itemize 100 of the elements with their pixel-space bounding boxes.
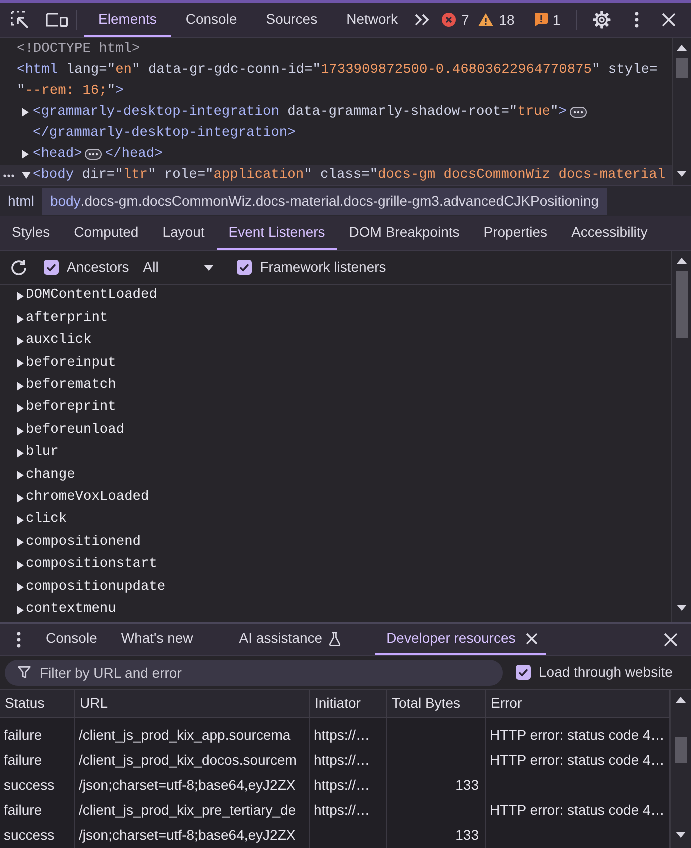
table-cell: failure xyxy=(0,723,75,748)
more-options-icon[interactable] xyxy=(634,12,639,28)
table-cell: https://… xyxy=(310,798,387,823)
triangle-right-icon[interactable] xyxy=(17,494,24,503)
scrollbar-thumb[interactable] xyxy=(675,737,687,763)
event-listener-item[interactable]: contextmenu xyxy=(0,598,120,622)
error-icon xyxy=(442,13,456,27)
sidebar-tab[interactable]: DOM Breakpoints xyxy=(337,216,472,250)
triangle-right-icon[interactable] xyxy=(17,448,24,458)
scrollbar[interactable] xyxy=(672,38,691,185)
checkbox[interactable] xyxy=(237,260,252,275)
triangle-right-icon[interactable] xyxy=(17,538,24,548)
scroll-up-icon[interactable] xyxy=(677,45,687,51)
flask-icon xyxy=(328,632,341,646)
drawer-tab[interactable]: AI assistance xyxy=(227,624,375,655)
event-listener-item[interactable]: beforeunload xyxy=(0,420,128,442)
settings-icon[interactable] xyxy=(592,11,611,29)
drawer-tab[interactable]: What's new xyxy=(109,624,228,655)
triangle-right-icon[interactable] xyxy=(17,292,24,302)
event-listener-item[interactable]: DOMContentLoaded xyxy=(0,286,160,308)
ellipsis-icon[interactable] xyxy=(570,107,587,118)
event-listener-item[interactable]: afterprint xyxy=(0,308,112,330)
breadcrumb[interactable]: body.docs-gm.docsCommonWiz.docs-material.docs-grille-gm3.advancedCJKPositioning xyxy=(42,188,608,214)
scrollbar-thumb[interactable] xyxy=(676,58,688,78)
event-listener-item[interactable]: compositionupdate xyxy=(0,576,169,599)
triangle-right-icon[interactable] xyxy=(17,606,24,615)
sidebar-tab[interactable]: Accessibility xyxy=(560,216,660,250)
close-icon[interactable] xyxy=(526,632,538,644)
sidebar-tab[interactable]: Styles xyxy=(0,216,62,250)
drawer-tab[interactable]: Console xyxy=(34,624,110,655)
inspect-icon[interactable] xyxy=(11,11,29,29)
checkbox[interactable] xyxy=(516,665,531,680)
triangle-right-icon[interactable] xyxy=(17,426,24,436)
table-cell: failure xyxy=(0,798,75,823)
scroll-down-icon[interactable] xyxy=(676,832,686,838)
issues-counter[interactable]: 1 xyxy=(534,10,561,30)
sidebar-tab[interactable]: Properties xyxy=(472,216,560,250)
table-cell: https://… xyxy=(310,748,387,773)
more-options-icon[interactable] xyxy=(17,632,21,648)
scrollbar[interactable] xyxy=(670,690,691,848)
table-cell: /client_js_prod_kix_app.sourcema xyxy=(75,723,310,748)
error-counter[interactable]: 7 xyxy=(442,10,470,30)
event-listener-item[interactable]: compositionstart xyxy=(0,554,160,577)
triangle-right-icon[interactable] xyxy=(17,336,24,346)
breadcrumb[interactable]: html xyxy=(0,188,42,214)
double-chevron-icon[interactable] xyxy=(414,14,430,26)
table-cell: /json;charset=utf-8;base64,eyJ2ZX xyxy=(75,773,310,798)
column-header[interactable]: Status xyxy=(0,690,75,717)
triangle-right-icon[interactable] xyxy=(17,560,24,570)
panel-tab[interactable]: Console xyxy=(171,3,252,37)
drawer-tab[interactable]: Developer resources xyxy=(374,624,546,655)
checkbox[interactable] xyxy=(44,260,59,275)
triangle-right-icon[interactable] xyxy=(22,108,29,117)
select-dropdown[interactable]: All xyxy=(139,256,220,280)
event-listener-item[interactable]: beforematch xyxy=(0,375,120,398)
column-header[interactable]: URL xyxy=(75,690,310,717)
triangle-right-icon[interactable] xyxy=(22,150,29,159)
dom-node[interactable]: <head> </head> xyxy=(0,144,672,165)
scroll-down-icon[interactable] xyxy=(677,171,687,177)
event-listener-item[interactable]: chromeVoxLoaded xyxy=(0,487,152,510)
triangle-right-icon[interactable] xyxy=(17,471,24,480)
triangle-right-icon[interactable] xyxy=(17,516,24,526)
devices-icon[interactable] xyxy=(46,11,68,29)
scrollbar-thumb[interactable] xyxy=(676,271,688,338)
triangle-right-icon[interactable] xyxy=(17,314,24,324)
sidebar-tab[interactable]: Event Listeners xyxy=(216,216,338,250)
event-listener-item[interactable]: beforeprint xyxy=(0,397,120,420)
refresh-icon[interactable] xyxy=(10,258,28,276)
event-listener-item[interactable]: blur xyxy=(0,442,62,465)
dom-node[interactable]: <html lang="en" data-gr-gdc-conn-id="1733909872500-0.46803622964770875" style= "--rem: 16;"> xyxy=(0,60,672,102)
scroll-up-icon[interactable] xyxy=(676,697,686,703)
triangle-right-icon[interactable] xyxy=(17,583,24,592)
sidebar-tab[interactable]: Layout xyxy=(150,216,217,250)
dom-node[interactable]: <body dir="ltr" role="application" class="docs-gm docsCommonWiz docs-material xyxy=(0,165,672,185)
dom-node[interactable]: <grammarly-desktop-integration data-grammarly-shadow-root="true"> </grammarly-desktop-integration> xyxy=(0,102,672,144)
triangle-right-icon[interactable] xyxy=(17,359,24,368)
column-header[interactable]: Total Bytes xyxy=(387,690,486,717)
scrollbar[interactable] xyxy=(671,251,691,622)
event-listener-item[interactable]: auxclick xyxy=(0,330,95,353)
event-listener-item[interactable]: compositionend xyxy=(0,532,144,554)
triangle-right-icon[interactable] xyxy=(17,404,24,414)
close-icon[interactable] xyxy=(664,632,678,646)
column-header[interactable]: Initiator xyxy=(310,690,387,717)
table-cell: 133 xyxy=(387,773,486,798)
scroll-down-icon[interactable] xyxy=(676,605,686,611)
panel-tab[interactable]: Elements xyxy=(84,3,172,37)
sidebar-tab[interactable]: Computed xyxy=(62,216,151,250)
triangle-down-icon[interactable] xyxy=(22,172,31,179)
close-icon[interactable] xyxy=(662,13,676,27)
ellipsis-icon[interactable] xyxy=(85,149,102,160)
panel-tab[interactable]: Sources xyxy=(252,3,332,37)
filter-input[interactable]: Filter by URL and error xyxy=(5,660,503,686)
event-listener-item[interactable]: change xyxy=(0,464,78,488)
event-listener-item[interactable]: click xyxy=(0,509,70,532)
warning-counter[interactable]: 18 xyxy=(478,10,515,30)
event-listener-item[interactable]: beforeinput xyxy=(0,352,120,376)
panel-tab[interactable]: Network xyxy=(332,3,412,37)
dom-node[interactable]: <!DOCTYPE html> xyxy=(0,39,672,60)
triangle-right-icon[interactable] xyxy=(17,382,24,391)
scroll-up-icon[interactable] xyxy=(676,258,686,264)
